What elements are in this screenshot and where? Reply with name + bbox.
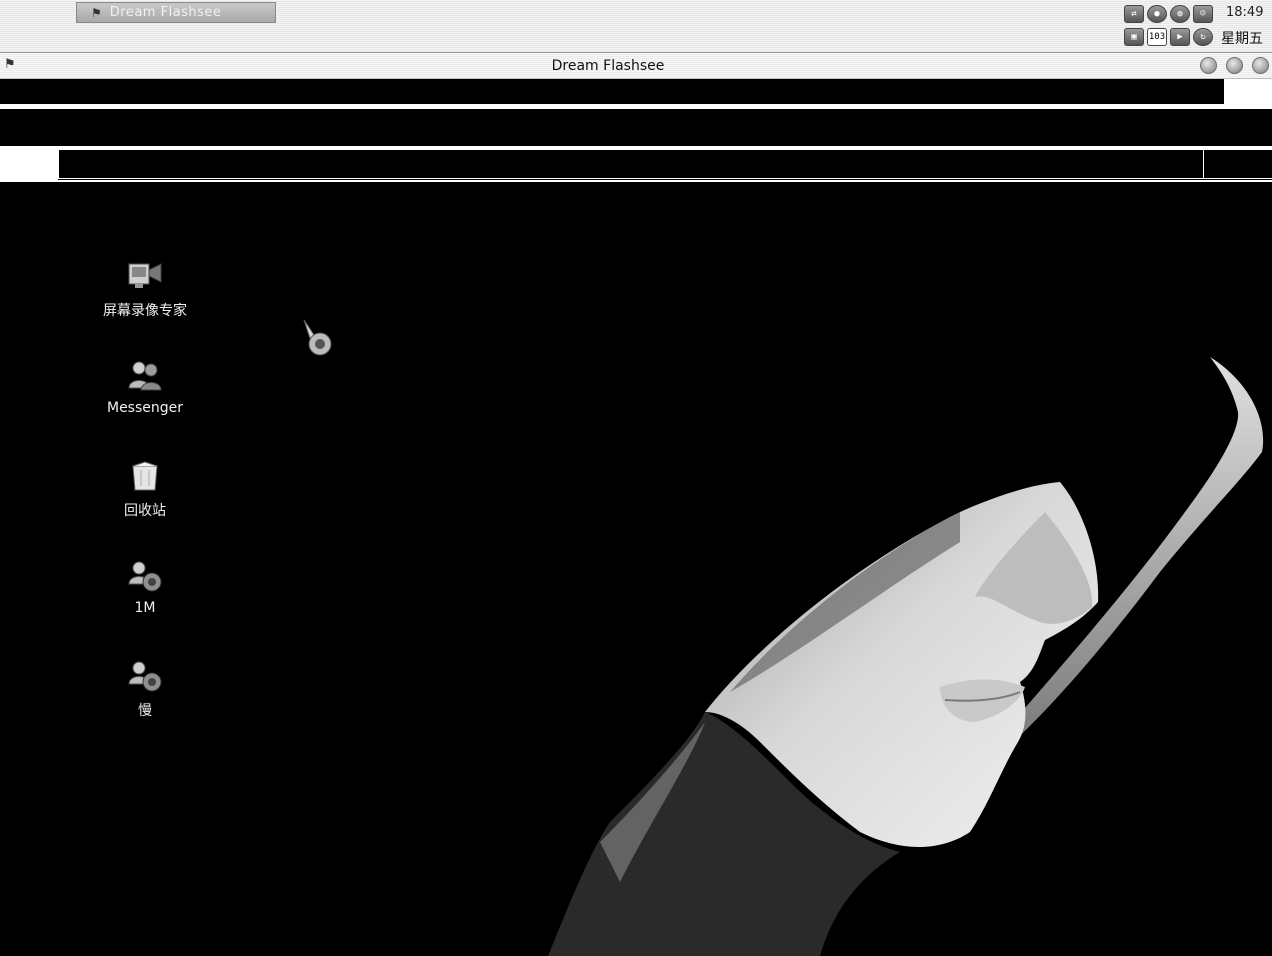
- desktop-icon-label: 屏幕录像专家: [103, 303, 187, 319]
- window-icon[interactable]: ▣: [1124, 28, 1144, 46]
- close-button[interactable]: [1252, 57, 1269, 74]
- apple-icon[interactable]: [24, 2, 46, 24]
- taskbar-window-label: Dream Flashsee: [109, 5, 222, 20]
- desktop: 屏幕录像专家 Messenger 回收站 1M 慢: [0, 182, 1272, 956]
- recycle-bin-icon: [132, 461, 158, 491]
- messenger-icon: [128, 361, 162, 391]
- user-icon[interactable]: ☺: [1193, 5, 1213, 23]
- desktop-icon-messenger[interactable]: Messenger: [80, 358, 210, 416]
- toolbar-edge: [1224, 79, 1272, 104]
- desktop-icon-label: 1M: [134, 600, 156, 616]
- desktop-icon-label: Messenger: [106, 400, 184, 416]
- mouse-cursor-icon: [303, 319, 332, 356]
- refresh-icon[interactable]: ↻: [1193, 28, 1213, 46]
- desktop-icon-label: 慢: [138, 703, 152, 719]
- screen-recorder-icon: [128, 263, 162, 288]
- progress-bar-start: [0, 149, 58, 181]
- desktop-icon-recycle-bin[interactable]: 回收站: [80, 458, 210, 520]
- network-folder-icon: [128, 561, 162, 592]
- network-folder-icon: [128, 661, 162, 692]
- calendar-icon[interactable]: 103: [1147, 28, 1167, 46]
- desktop-icon-1m[interactable]: 1M: [80, 558, 210, 616]
- network-icon[interactable]: ⇄: [1124, 5, 1144, 23]
- minimize-button[interactable]: [1200, 57, 1217, 74]
- progress-bar[interactable]: [58, 149, 1204, 179]
- desktop-icon-slow[interactable]: 慢: [80, 658, 210, 720]
- media-icon[interactable]: ▶: [1170, 28, 1190, 46]
- desktop-icon-label: 回收站: [124, 503, 166, 519]
- player-controls-bar: [0, 109, 1272, 146]
- chat-icon[interactable]: ●: [1147, 5, 1167, 23]
- flashsee-icon: ⚑: [91, 5, 102, 20]
- player-toolbar: [0, 79, 1224, 104]
- progress-bar-end: [1204, 149, 1272, 179]
- desktop-icon-screen-recorder[interactable]: 屏幕录像专家: [80, 258, 210, 320]
- globe-icon[interactable]: ◍: [1170, 5, 1190, 23]
- window-titlebar[interactable]: ⚑ Dream Flashsee: [0, 53, 1272, 79]
- window-title: Dream Flashsee: [551, 58, 665, 74]
- taskbar-window-button[interactable]: ⚑ Dream Flashsee: [76, 2, 276, 23]
- weekday-label: 星期五: [1221, 31, 1263, 47]
- maximize-button[interactable]: [1226, 57, 1243, 74]
- top-menubar: ⚑ Dream Flashsee ⇄ ● ◍ ☺ ▣ 103 ▶ ↻ 18:49…: [0, 0, 1272, 53]
- clock[interactable]: 18:49: [1226, 5, 1263, 20]
